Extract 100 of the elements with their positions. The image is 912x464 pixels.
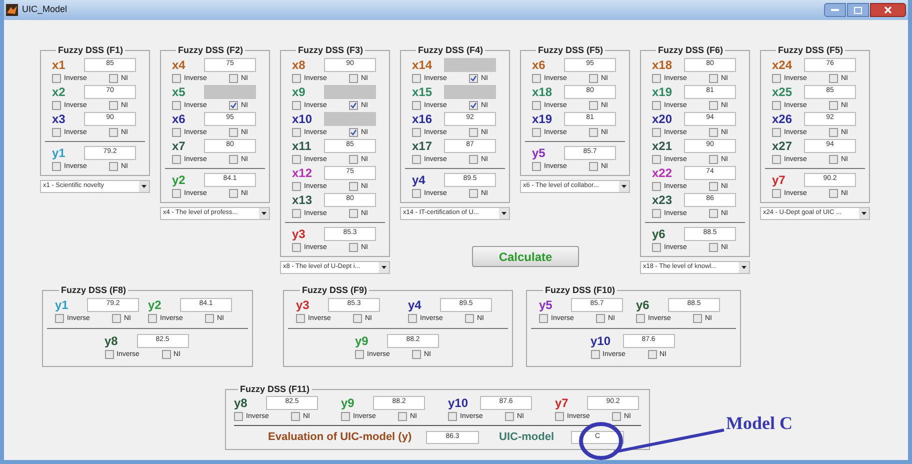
checkbox[interactable] xyxy=(612,412,621,420)
checkbox[interactable] xyxy=(469,128,478,136)
checkbox[interactable] xyxy=(205,314,214,322)
checkbox[interactable] xyxy=(636,314,645,322)
checkbox[interactable] xyxy=(505,412,514,420)
checkbox[interactable] xyxy=(555,412,564,420)
checkbox[interactable] xyxy=(709,74,718,82)
checkbox[interactable] xyxy=(398,412,407,420)
checkbox[interactable] xyxy=(55,314,64,322)
checkbox[interactable] xyxy=(349,74,358,82)
checkbox[interactable] xyxy=(229,74,238,82)
checkbox[interactable] xyxy=(596,314,605,322)
checkbox[interactable] xyxy=(412,154,421,164)
checkbox[interactable] xyxy=(109,162,118,170)
variable-label: x17 xyxy=(412,140,434,152)
checkbox[interactable] xyxy=(349,154,358,164)
checkbox[interactable] xyxy=(292,182,301,190)
variable-label: x22 xyxy=(652,166,674,178)
checkbox[interactable] xyxy=(162,350,170,358)
checkbox[interactable] xyxy=(172,74,181,82)
checkbox[interactable] xyxy=(709,154,718,164)
checkbox[interactable] xyxy=(109,128,118,136)
checkbox[interactable] xyxy=(589,162,598,170)
variable-label: x3 xyxy=(52,112,66,124)
checkbox[interactable] xyxy=(772,100,781,110)
maximize-button[interactable] xyxy=(847,3,869,17)
checkbox[interactable] xyxy=(652,208,661,218)
checkbox[interactable] xyxy=(652,182,661,190)
checkbox[interactable] xyxy=(469,188,478,198)
checkbox[interactable] xyxy=(652,154,661,164)
checkbox[interactable] xyxy=(709,208,718,218)
checkbox[interactable] xyxy=(652,100,661,110)
checkbox[interactable] xyxy=(772,128,781,136)
checkbox[interactable] xyxy=(532,162,541,170)
variable-label: y3 xyxy=(296,298,310,310)
checkbox[interactable] xyxy=(234,412,243,420)
checkbox[interactable] xyxy=(112,314,121,322)
checkbox[interactable] xyxy=(589,100,598,110)
checkbox[interactable] xyxy=(709,182,718,190)
checkbox[interactable] xyxy=(469,154,478,164)
checkbox[interactable] xyxy=(109,74,118,82)
checkbox[interactable] xyxy=(590,350,600,358)
variable-label: x12 xyxy=(292,166,314,178)
checkbox[interactable] xyxy=(652,242,661,252)
minimize-button[interactable] xyxy=(824,3,846,17)
checkbox[interactable] xyxy=(292,74,301,82)
checkbox[interactable] xyxy=(709,100,718,110)
checkbox[interactable] xyxy=(229,154,238,164)
checkbox[interactable] xyxy=(52,74,61,82)
checkbox[interactable] xyxy=(292,208,301,218)
checkbox[interactable] xyxy=(709,128,718,136)
checkbox[interactable] xyxy=(52,100,61,110)
checkbox[interactable] xyxy=(172,154,181,164)
check-icon xyxy=(470,102,477,108)
checkbox[interactable] xyxy=(532,128,541,136)
checkbox[interactable] xyxy=(829,154,838,164)
checkbox[interactable] xyxy=(109,100,118,110)
checkbox[interactable] xyxy=(349,208,358,218)
checkbox[interactable] xyxy=(648,350,656,358)
checkbox[interactable] xyxy=(292,242,301,252)
checkbox[interactable] xyxy=(412,128,421,136)
checkbox[interactable] xyxy=(539,314,548,322)
checkbox[interactable] xyxy=(448,412,457,420)
checkbox[interactable] xyxy=(772,154,781,164)
checkbox[interactable] xyxy=(829,100,838,110)
checkbox[interactable] xyxy=(52,128,61,136)
checkbox[interactable] xyxy=(296,314,305,322)
checkbox[interactable] xyxy=(772,74,781,82)
checkbox[interactable] xyxy=(465,314,474,322)
panel-title: Fuzzy DSS (F4) xyxy=(417,46,484,55)
checkbox[interactable] xyxy=(652,74,661,82)
checkbox[interactable] xyxy=(291,412,300,420)
checkbox[interactable] xyxy=(408,314,417,322)
checkbox[interactable] xyxy=(349,182,358,190)
checkbox[interactable] xyxy=(229,188,238,198)
checkbox[interactable] xyxy=(589,128,598,136)
checkbox[interactable] xyxy=(341,412,350,420)
checkbox[interactable] xyxy=(292,154,301,164)
checkbox[interactable] xyxy=(532,100,541,110)
checkbox[interactable] xyxy=(355,350,364,358)
checkbox[interactable] xyxy=(829,188,838,198)
checkbox[interactable] xyxy=(829,128,838,136)
checkbox[interactable] xyxy=(829,74,838,82)
checkbox[interactable] xyxy=(104,350,114,358)
checkbox[interactable] xyxy=(172,128,181,136)
checkbox[interactable] xyxy=(349,242,358,252)
checkbox[interactable] xyxy=(412,188,421,198)
checkbox[interactable] xyxy=(772,188,781,198)
checkbox[interactable] xyxy=(172,188,181,198)
close-button[interactable] xyxy=(870,3,906,17)
checkbox[interactable] xyxy=(52,162,61,170)
checkbox[interactable] xyxy=(532,74,541,82)
checkbox[interactable] xyxy=(229,128,238,136)
checkbox[interactable] xyxy=(148,314,157,322)
checkbox[interactable] xyxy=(353,314,362,322)
checkbox[interactable] xyxy=(652,128,661,136)
checkbox[interactable] xyxy=(412,350,421,358)
checkbox[interactable] xyxy=(693,314,702,322)
checkbox[interactable] xyxy=(709,242,718,252)
checkbox[interactable] xyxy=(589,74,598,82)
